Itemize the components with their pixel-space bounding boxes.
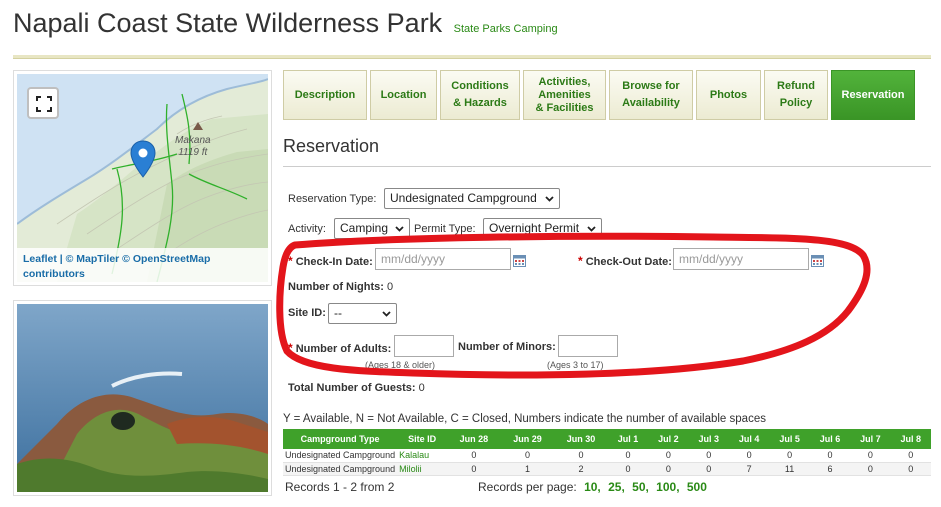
column-header: Jun 29 — [500, 429, 555, 449]
records-count: Records 1 - 2 from 2 — [285, 480, 395, 494]
guests-row: Total Number of Guests: 0 — [288, 382, 425, 394]
site-id-link[interactable]: Milolii — [397, 462, 448, 476]
tab-location[interactable]: Location — [370, 70, 437, 120]
availability-cell: 0 — [500, 449, 555, 463]
site-id-link[interactable]: Kalalau — [397, 449, 448, 463]
park-tabs: Description Location Conditions & Hazards… — [283, 70, 931, 120]
availability-cell: 0 — [890, 449, 931, 463]
availability-cell: 0 — [607, 449, 649, 463]
availability-cell: 7 — [728, 462, 770, 476]
availability-cell: 0 — [688, 449, 729, 463]
records-per-page: Records per page: 10, 25, 50, 100, 500 — [478, 480, 707, 494]
availability-cell: 11 — [769, 462, 810, 476]
campground-type-cell: Undesignated Campground — [283, 449, 398, 463]
tab-browse-availability[interactable]: Browse for Availability — [609, 70, 693, 120]
column-header: Jun 30 — [554, 429, 608, 449]
attribution-line-1[interactable]: Leaflet | © MapTiler © OpenStreetMap — [23, 252, 262, 267]
column-header: Jul 2 — [648, 429, 689, 449]
availability-cell: 6 — [809, 462, 851, 476]
reservation-heading: Reservation — [283, 136, 380, 156]
per-page-option-50[interactable]: 50, — [632, 480, 649, 494]
chevron-down-icon — [545, 196, 554, 202]
availability-cell: 0 — [447, 449, 501, 463]
page-header: Napali Coast State Wilderness Park State… — [13, 8, 558, 48]
availability-cell: 0 — [850, 449, 891, 463]
fullscreen-icon — [36, 96, 52, 112]
tab-reservation[interactable]: Reservation — [831, 70, 915, 120]
campground-type-cell: Undesignated Campground — [283, 462, 398, 476]
availability-cell: 0 — [688, 462, 729, 476]
guests-label: Total Number of Guests: — [288, 382, 416, 394]
table-header-row: Campground Type Site ID Jun 28 Jun 29 Ju… — [283, 429, 931, 449]
column-header: Jul 5 — [769, 429, 810, 449]
coast-photo-image — [17, 304, 268, 492]
guests-value: 0 — [418, 382, 425, 394]
tab-label: Description — [294, 88, 356, 101]
map-attribution: Leaflet | © MapTiler © OpenStreetMap con… — [17, 248, 268, 282]
reservation-type-value: Undesignated Campground — [390, 191, 537, 205]
tab-label: Reservation — [841, 88, 905, 101]
tab-photos[interactable]: Photos — [696, 70, 761, 120]
per-page-option-500[interactable]: 500 — [687, 480, 707, 494]
tab-activities-amenities[interactable]: Activities, Amenities & Facilities — [523, 70, 606, 120]
tab-label: Browse for Availability — [622, 80, 680, 109]
availability-cell: 0 — [890, 462, 931, 476]
highlight-annotation — [276, 232, 871, 379]
tab-label: Activities, Amenities & Facilities — [535, 75, 594, 114]
map-view[interactable]: Makana 1119 ft Leaflet | © MapTiler © Op… — [17, 74, 268, 282]
availability-cell: 0 — [769, 449, 810, 463]
attribution-line-2[interactable]: contributors — [23, 267, 262, 282]
page-title: Napali Coast State Wilderness Park — [13, 8, 443, 38]
availability-legend: Y = Available, N = Not Available, C = Cl… — [283, 413, 766, 425]
column-header: Site ID — [397, 429, 448, 449]
column-header: Jul 7 — [850, 429, 891, 449]
availability-cell: 0 — [850, 462, 891, 476]
peak-label: Makana 1119 ft — [175, 135, 211, 159]
map-marker-icon[interactable] — [130, 140, 156, 178]
tab-label: Photos — [709, 88, 748, 101]
availability-cell: 0 — [554, 449, 608, 463]
park-photo — [13, 300, 272, 496]
column-header: Jul 1 — [607, 429, 649, 449]
tab-label: Conditions & Hazards — [451, 80, 509, 109]
column-header: Campground Type — [283, 429, 398, 449]
fullscreen-button[interactable] — [27, 87, 59, 119]
availability-cell: 0 — [648, 449, 689, 463]
availability-table: Campground Type Site ID Jun 28 Jun 29 Ju… — [283, 429, 931, 476]
column-header: Jul 3 — [688, 429, 729, 449]
availability-cell: 0 — [607, 462, 649, 476]
availability-cell: 0 — [447, 462, 501, 476]
peak-elevation: 1119 ft — [178, 147, 208, 158]
column-header: Jun 28 — [447, 429, 501, 449]
availability-cell: 2 — [554, 462, 608, 476]
reservation-type-label: Reservation Type: — [288, 193, 377, 205]
header-divider — [13, 55, 931, 59]
availability-cell: 1 — [500, 462, 555, 476]
tab-conditions-hazards[interactable]: Conditions & Hazards — [440, 70, 520, 120]
tab-label: Refund Policy — [777, 80, 815, 109]
tab-label: Location — [380, 88, 427, 101]
page-subtitle-link[interactable]: State Parks Camping — [454, 23, 558, 35]
reservation-type-select[interactable]: Undesignated Campground — [384, 188, 560, 209]
table-row: Undesignated Campground Kalalau 0 0 0 0 … — [283, 449, 931, 463]
per-page-option-25[interactable]: 25, — [608, 480, 625, 494]
tab-description[interactable]: Description — [283, 70, 367, 120]
column-header: Jul 4 — [728, 429, 770, 449]
per-page-option-10[interactable]: 10, — [584, 480, 601, 494]
availability-cell: 0 — [728, 449, 770, 463]
table-row: Undesignated Campground Milolii 0 1 2 0 … — [283, 462, 931, 476]
per-page-option-100[interactable]: 100, — [656, 480, 679, 494]
column-header: Jul 8 — [890, 429, 931, 449]
map-panel: Makana 1119 ft Leaflet | © MapTiler © Op… — [13, 70, 272, 286]
column-header: Jul 6 — [809, 429, 851, 449]
peak-name: Makana — [175, 135, 211, 146]
tab-refund-policy[interactable]: Refund Policy — [764, 70, 828, 120]
availability-cell: 0 — [809, 449, 851, 463]
availability-cell: 0 — [648, 462, 689, 476]
reservation-divider — [283, 166, 931, 167]
per-page-label: Records per page: — [478, 480, 577, 494]
